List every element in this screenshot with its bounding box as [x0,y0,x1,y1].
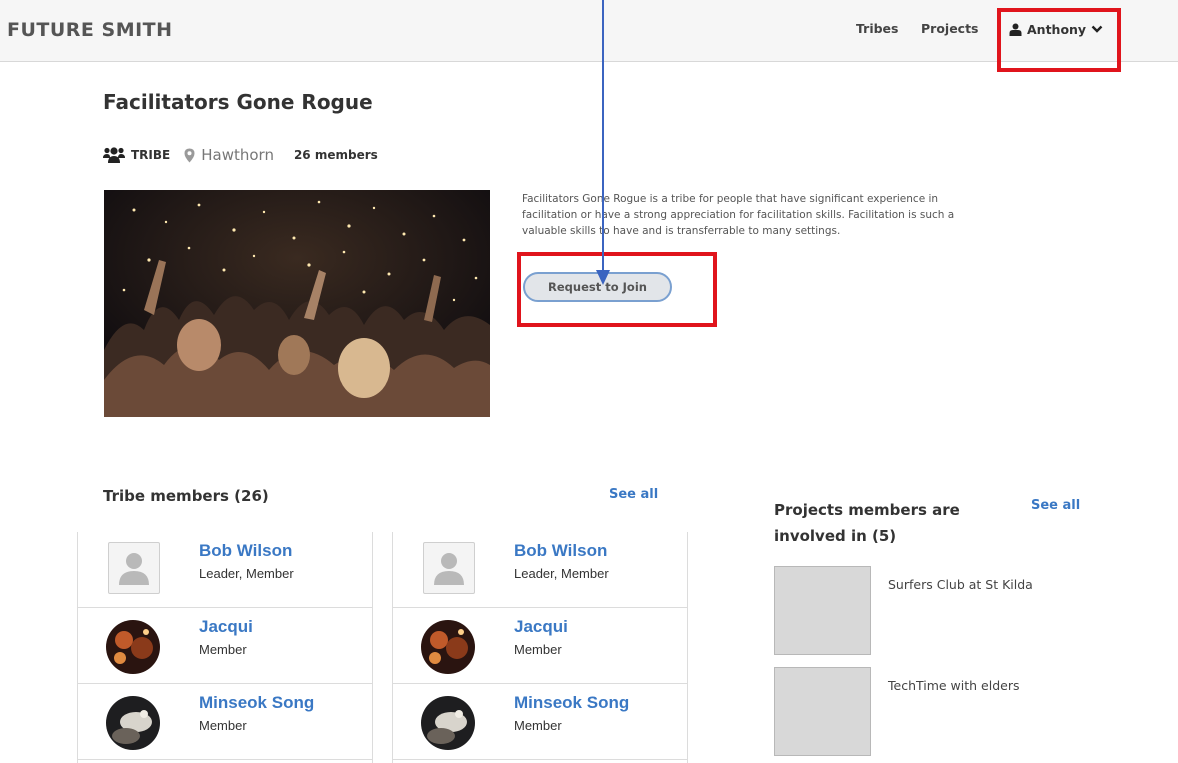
member-card[interactable]: Jacqui Member [78,608,372,684]
tribe-members-heading: Tribe members (26) [103,487,269,505]
see-all-members-link[interactable]: See all [609,487,658,502]
member-name[interactable]: Bob Wilson [199,541,292,561]
tribe-type-label: TRIBE [131,148,171,162]
page-title: Facilitators Gone Rogue [103,90,373,114]
avatar [108,542,160,594]
see-all-projects-link[interactable]: See all [1031,498,1080,513]
member-role: Member [199,718,247,733]
nav-link-projects[interactable]: Projects [921,21,979,36]
annotation-box-user-menu [997,8,1121,72]
member-card[interactable]: Jacqui Member [393,608,687,684]
project-item[interactable]: Surfers Club at St Kilda [774,566,1094,656]
avatar [423,542,475,594]
project-item[interactable]: TechTime with elders [774,667,1094,757]
project-thumbnail [774,566,871,655]
avatar [106,696,160,750]
member-name[interactable]: Jacqui [514,617,568,637]
group-icon [103,147,125,163]
tribe-member-count[interactable]: 26 members [294,148,378,162]
project-title[interactable]: TechTime with elders [888,678,1020,693]
tribe-description: Facilitators Gone Rogue is a tribe for p… [522,193,955,237]
avatar [106,620,160,674]
member-name[interactable]: Jacqui [199,617,253,637]
member-name[interactable]: Minseok Song [199,693,314,713]
project-title[interactable]: Surfers Club at St Kilda [888,577,1033,592]
tribe-cover-image [104,190,490,417]
members-column-left: Bob Wilson Leader, Member Jacqui Member … [77,532,373,763]
member-role: Leader, Member [514,566,609,581]
tribe-meta: TRIBE Hawthorn 26 members [103,145,378,165]
member-card[interactable]: Bob Wilson Leader, Member [393,532,687,608]
members-column-right: Bob Wilson Leader, Member Jacqui Member … [392,532,688,763]
member-role: Member [199,642,247,657]
brand-logo[interactable]: FUTURE SMITH [7,19,173,41]
member-card[interactable]: Bob Wilson Leader, Member [78,532,372,608]
member-card[interactable]: Minseok Song Member [78,684,372,760]
member-role: Leader, Member [199,566,294,581]
annotation-box-join-button [517,252,717,327]
member-role: Member [514,642,562,657]
avatar [421,620,475,674]
member-name[interactable]: Bob Wilson [514,541,607,561]
member-name[interactable]: Minseok Song [514,693,629,713]
avatar [421,696,475,750]
project-thumbnail [774,667,871,756]
location-pin-icon [184,148,195,162]
member-role: Member [514,718,562,733]
nav-link-tribes[interactable]: Tribes [856,21,898,36]
tribe-location: Hawthorn [201,146,274,164]
member-card[interactable]: Minseok Song Member [393,684,687,760]
projects-heading: Projects members are involved in (5) [774,501,960,545]
